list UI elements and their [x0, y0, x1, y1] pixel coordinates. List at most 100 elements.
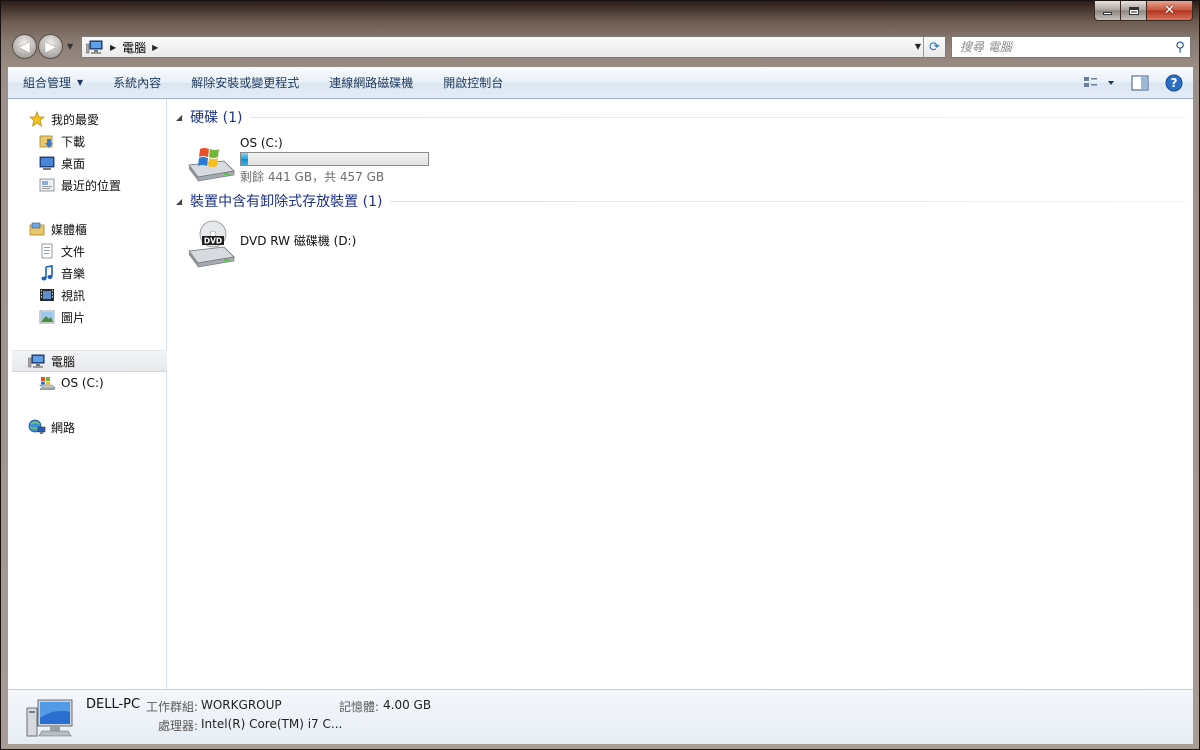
- collapse-triangle-icon[interactable]: ◢: [176, 197, 182, 206]
- help-button[interactable]: ?: [1161, 70, 1187, 96]
- search-box: ⚲: [951, 36, 1191, 58]
- drive-c-info: OS (C:) 剩餘 441 GB，共 457 GB: [240, 135, 429, 185]
- map-network-drive-label: 連線網路磁碟機: [329, 76, 414, 90]
- desktop-icon: [38, 155, 56, 171]
- navigation-bar: ◀ ▶ ▼ ▶ 電腦 ▶ ▼ ⟳ ⚲: [9, 33, 1191, 61]
- help-icon: ?: [1165, 74, 1183, 92]
- group-header-hard-disks-label: 硬碟 (1): [190, 110, 243, 126]
- group-divider: [250, 116, 1186, 118]
- workgroup-label: 工作群組:: [146, 700, 199, 714]
- refresh-button[interactable]: ⟳: [923, 37, 945, 57]
- sidebar-favorites[interactable]: 我的最愛: [28, 108, 99, 130]
- sidebar-item-downloads[interactable]: 下載: [38, 130, 85, 152]
- close-icon: ✕: [1164, 3, 1175, 18]
- minimize-button[interactable]: [1094, 1, 1121, 21]
- change-view-button[interactable]: [1079, 70, 1119, 96]
- sidebar-item-label: 視訊: [61, 288, 86, 303]
- group-header-removable[interactable]: ◢ 裝置中含有卸除式存放裝置 (1): [176, 191, 1186, 211]
- dvd-disc-label: DVD: [204, 237, 222, 246]
- chevron-down-icon: ▼: [77, 78, 84, 87]
- command-bar-right: ?: [1071, 67, 1193, 99]
- group-header-hard-disks[interactable]: ◢ 硬碟 (1): [176, 107, 1186, 127]
- sidebar-item-videos[interactable]: 視訊: [38, 284, 85, 306]
- sidebar-item-desktop[interactable]: 桌面: [38, 152, 85, 174]
- videos-icon: [38, 287, 56, 303]
- search-input[interactable]: [952, 38, 1170, 56]
- music-icon: [38, 265, 56, 281]
- sidebar-item-label: 下載: [61, 134, 86, 149]
- svg-text:?: ?: [1171, 76, 1178, 90]
- sidebar-item-recent-places[interactable]: 最近的位置: [38, 174, 121, 196]
- client-area: 我的最愛 下載 桌面 最近的位置 媒體櫃 文件 音樂 視訊 圖片 電腦 OS (…: [8, 99, 1193, 689]
- explorer-window: ✕ ◀ ▶ ▼ ▶ 電腦 ▶ ▼ ⟳ ⚲ 組合管理 ▼ 系統內容 解除安裝或變更程…: [0, 0, 1200, 750]
- back-button[interactable]: ◀: [12, 34, 37, 59]
- collapse-triangle-icon[interactable]: ◢: [176, 113, 182, 122]
- preview-pane-icon: [1131, 75, 1149, 91]
- chevron-down-icon: ▼: [67, 42, 74, 51]
- dvd-drive-icon: DVD: [186, 219, 236, 269]
- organize-label: 組合管理: [23, 76, 72, 90]
- sidebar-item-documents[interactable]: 文件: [38, 240, 85, 262]
- sidebar-item-label: 文件: [61, 244, 86, 259]
- breadcrumb-arrow-icon[interactable]: ▶: [110, 43, 116, 52]
- sidebar-item-drive-c[interactable]: OS (C:): [38, 372, 104, 394]
- navigation-pane: 我的最愛 下載 桌面 最近的位置 媒體櫃 文件 音樂 視訊 圖片 電腦 OS (…: [8, 99, 167, 689]
- uninstall-program-button[interactable]: 解除安裝或變更程式: [176, 67, 314, 99]
- minimize-icon: [1103, 12, 1112, 15]
- system-properties-button[interactable]: 系統內容: [98, 67, 176, 99]
- sidebar-item-label: 最近的位置: [61, 178, 122, 193]
- sidebar-libraries[interactable]: 媒體櫃: [28, 218, 87, 240]
- close-button[interactable]: ✕: [1147, 1, 1193, 21]
- sidebar-item-label: 桌面: [61, 156, 86, 171]
- caption-buttons: ✕: [1094, 1, 1193, 22]
- windows-drive-icon: [186, 135, 236, 185]
- map-network-drive-button[interactable]: 連線網路磁碟機: [314, 67, 428, 99]
- sidebar-item-music[interactable]: 音樂: [38, 262, 85, 284]
- computer-large-icon: [24, 696, 76, 740]
- sidebar-network-label: 網路: [51, 420, 76, 435]
- drive-c-space: 剩餘 441 GB，共 457 GB: [240, 170, 385, 184]
- address-dropdown-icon[interactable]: ▼: [915, 42, 921, 51]
- search-icon[interactable]: ⚲: [1170, 40, 1190, 55]
- workgroup-value: WORKGROUP: [201, 698, 282, 712]
- preview-pane-button[interactable]: [1127, 70, 1153, 96]
- sidebar-libraries-label: 媒體櫃: [51, 222, 88, 237]
- open-control-panel-label: 開啟控制台: [443, 76, 504, 90]
- organize-button[interactable]: 組合管理 ▼: [8, 67, 98, 99]
- sidebar-network[interactable]: 網路: [28, 416, 75, 438]
- system-properties-label: 系統內容: [113, 76, 162, 90]
- command-bar: 組合管理 ▼ 系統內容 解除安裝或變更程式 連線網路磁碟機 開啟控制台 ?: [8, 67, 1193, 99]
- computer-icon: [85, 40, 104, 54]
- memory-label: 記憶體:: [339, 700, 380, 714]
- view-options-icon: [1084, 77, 1114, 87]
- open-control-panel-button[interactable]: 開啟控制台: [428, 67, 518, 99]
- computer-icon: [28, 353, 46, 369]
- drive-d-name: DVD RW 磁碟機 (D:): [240, 234, 357, 248]
- memory-value: 4.00 GB: [383, 698, 432, 712]
- sidebar-computer-label: 電腦: [51, 354, 76, 369]
- maximize-button[interactable]: [1121, 1, 1147, 21]
- drive-d-info: DVD RW 磁碟機 (D:): [240, 219, 356, 269]
- recent-pages-button[interactable]: ▼: [67, 42, 73, 51]
- sidebar-item-label: 圖片: [61, 310, 86, 325]
- star-icon: [28, 111, 46, 127]
- drive-icon: [38, 375, 56, 391]
- drive-c-name: OS (C:): [240, 136, 283, 150]
- forward-arrow-icon: ▶: [45, 38, 56, 55]
- sidebar-computer[interactable]: 電腦: [12, 350, 167, 372]
- computer-name: DELL-PC: [86, 697, 141, 712]
- sidebar-item-pictures[interactable]: 圖片: [38, 306, 85, 328]
- processor-label: 處理器:: [158, 719, 199, 733]
- processor-value: Intel(R) Core(TM) i7 C...: [201, 717, 343, 731]
- uninstall-program-label: 解除安裝或變更程式: [191, 76, 300, 90]
- breadcrumb-computer[interactable]: 電腦: [122, 39, 146, 56]
- drive-d-item[interactable]: DVD DVD RW 磁碟機 (D:): [186, 219, 356, 269]
- address-bar[interactable]: ▶ 電腦 ▶ ▼ ⟳: [81, 36, 946, 58]
- drive-c-usage-bar: [240, 152, 429, 166]
- drive-c-item[interactable]: OS (C:) 剩餘 441 GB，共 457 GB: [186, 135, 429, 185]
- breadcrumb-arrow-icon[interactable]: ▶: [152, 43, 158, 52]
- downloads-icon: [38, 133, 56, 149]
- back-arrow-icon: ◀: [19, 38, 30, 55]
- forward-button[interactable]: ▶: [38, 34, 63, 59]
- sidebar-favorites-label: 我的最愛: [51, 112, 100, 127]
